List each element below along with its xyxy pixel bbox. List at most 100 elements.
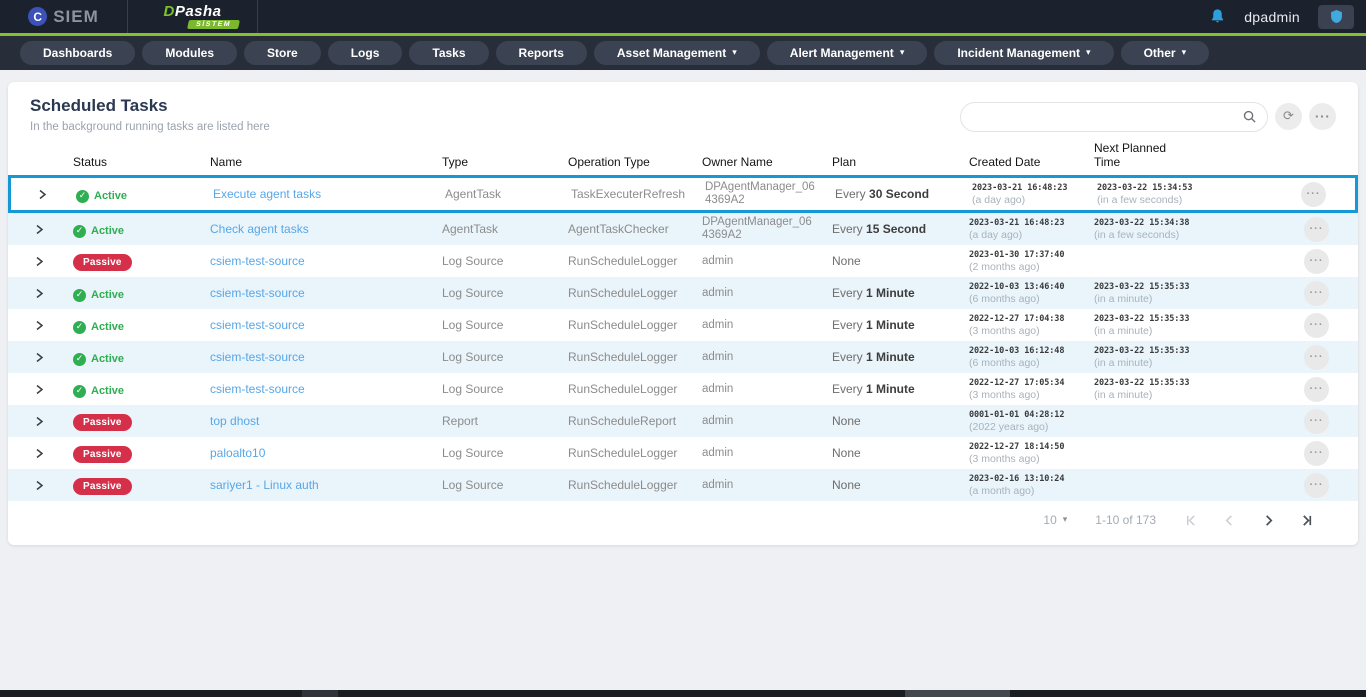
- row-menu-button[interactable]: ···: [1304, 473, 1329, 498]
- table-row[interactable]: Passive top dhost Report RunScheduleRepo…: [8, 405, 1358, 437]
- operation-type: RunScheduleLogger: [562, 286, 696, 300]
- page-size-select[interactable]: 10 ▾: [1043, 513, 1067, 527]
- refresh-button[interactable]: ⟳: [1275, 103, 1302, 130]
- plan: None: [826, 412, 963, 430]
- dpasha-logo: DPasha SİSTEM: [128, 5, 257, 29]
- row-expand-chevron[interactable]: [33, 350, 46, 365]
- row-expand-chevron[interactable]: [33, 254, 46, 269]
- row-menu-button[interactable]: ···: [1304, 281, 1329, 306]
- table-header: Status Name Type Operation Type Owner Na…: [8, 141, 1358, 175]
- nav-item-asset-management[interactable]: Asset Management▾: [594, 41, 760, 65]
- pagination-range: 1-10 of 173: [1095, 513, 1156, 527]
- table-options-button[interactable]: ···: [1309, 103, 1336, 130]
- plan: None: [826, 252, 963, 270]
- divider: [257, 0, 258, 33]
- first-page-button[interactable]: [1184, 514, 1197, 527]
- row-menu-button[interactable]: ···: [1304, 217, 1329, 242]
- next-planned-time: 2023-03-22 15:34:38(in a few seconds): [1088, 217, 1298, 242]
- task-name-link[interactable]: paloalto10: [210, 446, 265, 460]
- owner-name: admin: [696, 351, 821, 364]
- shield-icon: [1330, 9, 1343, 24]
- nav-item-other[interactable]: Other▾: [1121, 41, 1210, 65]
- csiem-logo: C SIEM: [0, 7, 127, 27]
- row-expand-chevron[interactable]: [33, 446, 46, 461]
- task-type: Log Source: [436, 318, 562, 332]
- row-menu-button[interactable]: ···: [1304, 409, 1329, 434]
- task-name-link[interactable]: csiem-test-source: [210, 350, 305, 364]
- row-expand-chevron[interactable]: [33, 286, 46, 301]
- operation-type: RunScheduleLogger: [562, 254, 696, 268]
- task-name-link[interactable]: csiem-test-source: [210, 286, 305, 300]
- row-menu-button[interactable]: ···: [1304, 249, 1329, 274]
- column-header-operation-type: Operation Type: [562, 156, 696, 170]
- row-menu-button[interactable]: ···: [1304, 377, 1329, 402]
- search-box: [960, 102, 1268, 132]
- row-expand-chevron[interactable]: [33, 222, 46, 237]
- status-badge: Passive: [73, 254, 132, 271]
- nav-item-modules[interactable]: Modules: [142, 41, 237, 65]
- table-row[interactable]: ✓Active csiem-test-source Log Source Run…: [8, 277, 1358, 309]
- task-name-link[interactable]: csiem-test-source: [210, 318, 305, 332]
- nav-item-logs[interactable]: Logs: [328, 41, 403, 65]
- row-menu-button[interactable]: ···: [1304, 441, 1329, 466]
- table-row[interactable]: Passive csiem-test-source Log Source Run…: [8, 245, 1358, 277]
- status-badge: ✓Active: [73, 289, 124, 302]
- operation-type: AgentTaskChecker: [562, 222, 696, 236]
- table-row[interactable]: ✓Active Execute agent tasks AgentTask Ta…: [8, 175, 1358, 213]
- nav-item-store[interactable]: Store: [244, 41, 321, 65]
- table-row[interactable]: ✓Active Check agent tasks AgentTask Agen…: [8, 213, 1358, 245]
- next-planned-time: 2023-03-22 15:35:33(in a minute): [1088, 281, 1298, 306]
- owner-name: admin: [696, 415, 821, 428]
- next-planned-time: 2023-03-22 15:35:33(in a minute): [1088, 313, 1298, 338]
- task-type: Log Source: [436, 254, 562, 268]
- owner-name: admin: [696, 479, 821, 492]
- table-row[interactable]: Passive paloalto10 Log Source RunSchedul…: [8, 437, 1358, 469]
- owner-name: admin: [696, 447, 821, 460]
- nav-item-alert-management[interactable]: Alert Management▾: [767, 41, 928, 65]
- sistem-badge: SİSTEM: [187, 20, 240, 29]
- table-row[interactable]: Passive sariyer1 - Linux auth Log Source…: [8, 469, 1358, 501]
- next-page-button[interactable]: [1262, 514, 1275, 527]
- task-type: Log Source: [436, 446, 562, 460]
- column-header-type: Type: [436, 156, 562, 170]
- operation-type: TaskExecuterRefresh: [565, 187, 699, 201]
- plan: Every 1 Minute: [826, 348, 963, 366]
- row-menu-button[interactable]: ···: [1301, 182, 1326, 207]
- table-row[interactable]: ✓Active csiem-test-source Log Source Run…: [8, 309, 1358, 341]
- username-label[interactable]: dpadmin: [1244, 9, 1300, 25]
- task-name-link[interactable]: sariyer1 - Linux auth: [210, 478, 319, 492]
- profile-shield-button[interactable]: [1318, 5, 1354, 29]
- active-check-icon: ✓: [76, 190, 89, 203]
- row-expand-chevron[interactable]: [33, 382, 46, 397]
- previous-page-button[interactable]: [1223, 514, 1236, 527]
- dpasha-logo-text: DPasha: [163, 5, 221, 19]
- nav-item-dashboards[interactable]: Dashboards: [20, 41, 135, 65]
- row-expand-chevron[interactable]: [33, 414, 46, 429]
- task-name-link[interactable]: csiem-test-source: [210, 382, 305, 396]
- column-header-plan: Plan: [826, 156, 963, 170]
- task-name-link[interactable]: csiem-test-source: [210, 254, 305, 268]
- task-name-link[interactable]: top dhost: [210, 414, 259, 428]
- nav-item-incident-management[interactable]: Incident Management▾: [934, 41, 1113, 65]
- created-date: 2023-01-30 17:37:40(2 months ago): [963, 249, 1088, 274]
- table-row[interactable]: ✓Active csiem-test-source Log Source Run…: [8, 373, 1358, 405]
- row-menu-button[interactable]: ···: [1304, 313, 1329, 338]
- search-input[interactable]: [975, 110, 1242, 124]
- row-menu-button[interactable]: ···: [1304, 345, 1329, 370]
- task-name-link[interactable]: Check agent tasks: [210, 222, 309, 236]
- nav-item-reports[interactable]: Reports: [496, 41, 587, 65]
- row-expand-chevron[interactable]: [33, 478, 46, 493]
- task-type: AgentTask: [439, 187, 565, 201]
- row-expand-chevron[interactable]: [36, 187, 49, 202]
- status-badge: Passive: [73, 478, 132, 495]
- plan: Every 1 Minute: [826, 380, 963, 398]
- table-row[interactable]: ✓Active csiem-test-source Log Source Run…: [8, 341, 1358, 373]
- scheduled-tasks-panel: Scheduled Tasks In the background runnin…: [8, 82, 1358, 545]
- column-header-name: Name: [204, 156, 436, 170]
- notifications-bell-icon[interactable]: [1209, 8, 1226, 25]
- task-name-link[interactable]: Execute agent tasks: [213, 187, 321, 201]
- nav-item-tasks[interactable]: Tasks: [409, 41, 488, 65]
- last-page-button[interactable]: [1301, 514, 1314, 527]
- row-expand-chevron[interactable]: [33, 318, 46, 333]
- status-badge: Passive: [73, 446, 132, 463]
